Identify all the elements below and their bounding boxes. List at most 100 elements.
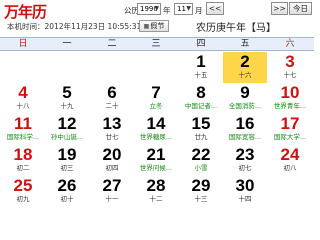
- weekday-header: 日 一 二 三 四 五 六: [0, 37, 314, 51]
- lunar-date: 世界青年...: [273, 102, 307, 110]
- calendar-day-cell[interactable]: 9 全国消防...: [223, 83, 267, 114]
- calendar-grid: 1 十五 2 十六 3 十七 4 十八 5 十九 6 二十 7 立冬 8 中国记者... 9 全国消防... 10 世…: [0, 52, 314, 208]
- lunar-date: 初七: [238, 164, 252, 172]
- day-number: 17: [280, 114, 300, 133]
- calendar-day-cell[interactable]: 19 初三: [45, 145, 89, 176]
- calendar-day-cell[interactable]: 25 初九: [1, 176, 45, 207]
- day-number: 21: [146, 145, 166, 164]
- weekday-wed: 三: [151, 39, 161, 49]
- day-number: 11: [14, 114, 32, 133]
- calendar-day-cell[interactable]: 30 十四: [223, 176, 267, 207]
- system-time: 本机时间：2012年11月23日 10:55:31: [7, 22, 142, 31]
- calendar-day-cell[interactable]: 24 初八: [268, 145, 312, 176]
- year-select[interactable]: 1990 ▼: [137, 3, 161, 15]
- day-number: 6: [107, 83, 117, 102]
- day-number: 29: [191, 176, 211, 195]
- day-number: 5: [62, 83, 72, 102]
- day-number: 22: [191, 145, 211, 164]
- lunar-date: 初三: [60, 164, 74, 172]
- calendar-day-cell[interactable]: 5 十九: [45, 83, 89, 114]
- calendar-day-cell[interactable]: 28 十二: [134, 176, 178, 207]
- calendar-day-cell[interactable]: 13 廿七: [90, 114, 134, 145]
- lunar-date: 初四: [105, 164, 119, 172]
- day-number: 24: [280, 145, 300, 164]
- lunar-date: 十八: [16, 102, 30, 110]
- calendar-day-cell[interactable]: 29 十三: [179, 176, 223, 207]
- day-number: 7: [151, 83, 161, 102]
- day-number: 10: [280, 83, 300, 102]
- day-number: 2: [240, 52, 250, 71]
- calendar-day-cell[interactable]: 8 中国记者...: [179, 83, 223, 114]
- day-number: 30: [235, 176, 255, 195]
- lunar-date: 初九: [16, 195, 30, 203]
- lunar-date: 二十: [105, 102, 119, 110]
- month-suffix: 月: [195, 6, 203, 15]
- day-number: 18: [13, 145, 33, 164]
- calendar-day-cell[interactable]: 3 十七: [268, 52, 312, 83]
- lunar-date: 十五: [194, 71, 208, 79]
- lunar-date: 初二: [16, 164, 30, 172]
- calendar-day-cell[interactable]: 12 孙中山诞...: [45, 114, 89, 145]
- calendar-day-cell[interactable]: 27 十一: [90, 176, 134, 207]
- day-number: 20: [102, 145, 122, 164]
- calendar-day-cell[interactable]: 18 初二: [1, 145, 45, 176]
- calendar-day-cell[interactable]: 2 十六: [223, 52, 267, 83]
- day-number: 13: [102, 114, 122, 133]
- chevron-down-icon: ▼: [154, 5, 159, 12]
- calendar-day-cell[interactable]: 23 初七: [223, 145, 267, 176]
- lunar-date: 初十: [60, 195, 74, 203]
- calendar-day-cell[interactable]: 16 国际宽容...: [223, 114, 267, 145]
- day-number: 23: [235, 145, 255, 164]
- month-select[interactable]: 11 ▼: [174, 3, 193, 15]
- calendar-day-cell[interactable]: 10 世界青年...: [268, 83, 312, 114]
- day-number: 19: [57, 145, 77, 164]
- weekday-sat: 六: [285, 39, 295, 49]
- weekday-fri: 五: [240, 39, 250, 49]
- lunar-date: 国际科学...: [6, 133, 40, 141]
- chevron-down-icon: ▼: [186, 5, 191, 12]
- lunar-date: 廿九: [194, 133, 208, 141]
- calendar-day-cell[interactable]: 4 十八: [1, 83, 45, 114]
- holiday-button[interactable]: ■假节: [139, 20, 169, 32]
- day-number: 8: [196, 83, 206, 102]
- weekday-mon: 一: [62, 39, 72, 49]
- lunar-date: 孙中山诞...: [50, 133, 84, 141]
- calendar-day-cell[interactable]: 17 国际大学...: [268, 114, 312, 145]
- lunar-date: 十三: [194, 195, 208, 203]
- lunar-date: 廿七: [105, 133, 119, 141]
- calendar-day-cell[interactable]: 6 二十: [90, 83, 134, 114]
- today-button[interactable]: 今日: [289, 2, 312, 15]
- lunar-date: 十七: [283, 71, 297, 79]
- lunar-date: 世界问候...: [139, 164, 173, 172]
- calendar-day-cell[interactable]: 14 世界糖尿...: [134, 114, 178, 145]
- lunar-date: 全国消防...: [228, 102, 262, 110]
- calendar-day-cell[interactable]: 7 立冬: [134, 83, 178, 114]
- lunar-date: 十六: [238, 71, 252, 79]
- calendar-day-cell[interactable]: 15 廿九: [179, 114, 223, 145]
- day-number: 26: [57, 176, 77, 195]
- day-number: 27: [102, 176, 122, 195]
- calendar-day-cell[interactable]: 1 十五: [179, 52, 223, 83]
- calendar-day-cell[interactable]: 20 初四: [90, 145, 134, 176]
- lunar-date: 十一: [105, 195, 119, 203]
- calendar-day-cell[interactable]: 11 国际科学...: [1, 114, 45, 145]
- calendar-day-cell[interactable]: 22 小雪: [179, 145, 223, 176]
- weekday-sun: 日: [18, 39, 28, 49]
- next-month-button[interactable]: >>: [271, 2, 288, 15]
- prev-month-button[interactable]: <<: [206, 2, 224, 15]
- toolbar: 万年历 公历 1990 ▼ 年 11 ▼ 月 << >> 今日: [0, 0, 314, 21]
- weekday-tue: 二: [107, 39, 117, 49]
- calendar-day-cell[interactable]: 26 初十: [45, 176, 89, 207]
- day-number: 16: [235, 114, 255, 133]
- day-number: 25: [13, 176, 33, 195]
- lunar-date: 十九: [60, 102, 74, 110]
- day-number: 14: [146, 114, 166, 133]
- lunar-date: 十四: [238, 195, 252, 203]
- lunar-date: 十二: [149, 195, 163, 203]
- day-number: 3: [285, 52, 295, 71]
- day-number: 15: [191, 114, 211, 133]
- calendar-day-cell[interactable]: 21 世界问候...: [134, 145, 178, 176]
- day-number: 9: [240, 83, 250, 102]
- lunar-date: 国际大学...: [273, 133, 307, 141]
- day-number: 28: [146, 176, 166, 195]
